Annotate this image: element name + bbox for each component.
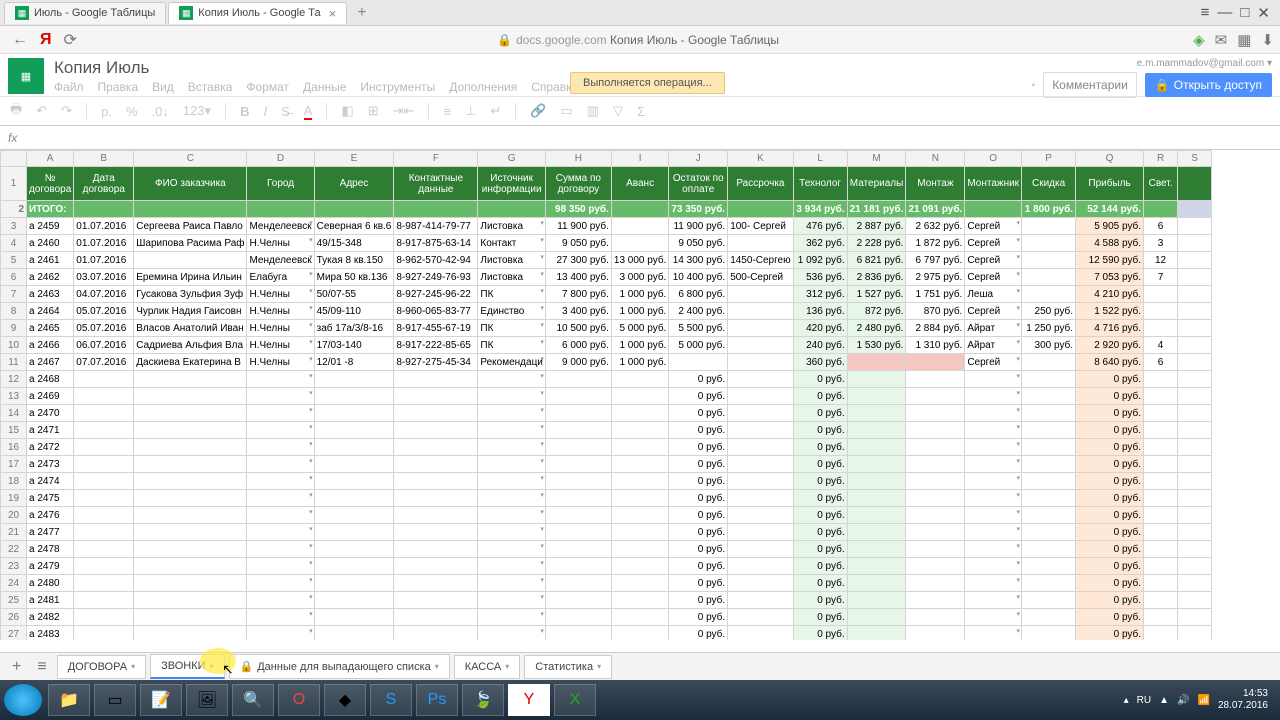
lock-icon: 🔒	[1155, 78, 1170, 92]
currency-icon[interactable]: р.	[101, 104, 112, 119]
lang-indicator[interactable]: RU	[1137, 695, 1151, 706]
url-display[interactable]: 🔒 docs.google.com Копия Июль - Google Та…	[83, 33, 1193, 47]
presence-icon: ▪	[1032, 80, 1036, 91]
taskbar-explorer[interactable]: 📁	[48, 684, 90, 716]
borders-icon[interactable]: ⊞	[368, 103, 379, 119]
taskbar-app[interactable]: 🍃	[462, 684, 504, 716]
system-tray[interactable]: ▴ RU ▲ 🔊 📶 14:5328.07.2016	[1124, 688, 1276, 712]
lock-icon: 🔒	[240, 660, 254, 673]
taskbar-app[interactable]: 🖼	[186, 684, 228, 716]
back-icon[interactable]: ←	[12, 31, 28, 49]
add-sheet-button[interactable]: +	[6, 658, 27, 676]
new-tab-button[interactable]: +	[349, 4, 374, 22]
comment-icon[interactable]: ▭	[560, 103, 572, 119]
percent-icon[interactable]: %	[126, 104, 138, 119]
decimal-icon[interactable]: .0↓	[152, 104, 169, 119]
menu-addons[interactable]: Дополнения	[449, 80, 517, 94]
user-email[interactable]: e.m.mammadov@gmail.com ▾	[1032, 58, 1272, 69]
extension-icon[interactable]: ▦	[1237, 31, 1251, 49]
taskbar-skype[interactable]: S	[370, 684, 412, 716]
redo-icon[interactable]: ↷	[61, 103, 72, 119]
tray-arrow-icon[interactable]: ▴	[1124, 695, 1129, 706]
menu-file[interactable]: Файл	[54, 80, 84, 94]
spreadsheet-grid[interactable]: ABCDEFGHIJKLMNOPQRS1№ договораДата догов…	[0, 150, 1280, 640]
strike-icon[interactable]: S̶	[281, 104, 290, 119]
taskbar-photoshop[interactable]: Ps	[416, 684, 458, 716]
taskbar-yandex[interactable]: Y	[508, 684, 550, 716]
volume-icon[interactable]: 🔊	[1177, 695, 1189, 706]
sheets-logo-icon[interactable]: ▦	[8, 58, 44, 94]
mail-icon[interactable]: ✉	[1215, 31, 1228, 49]
sheet-tab[interactable]: КАССА▾	[454, 655, 521, 679]
formula-bar[interactable]: fx	[0, 126, 1280, 150]
all-sheets-button[interactable]: ≡	[31, 658, 52, 676]
print-icon[interactable]: 🖶	[10, 100, 22, 122]
toolbar: 🖶 ↶ ↷ р. % .0↓ 123▾ B I S̶ A ◧ ⊞ ⇥⇤ ≡ ⊥ …	[0, 96, 1280, 126]
download-icon[interactable]: ⬇	[1261, 31, 1274, 49]
format-dropdown[interactable]: 123▾	[183, 103, 211, 119]
reload-icon[interactable]: ⟳	[64, 30, 77, 50]
maximize-icon[interactable]: □	[1240, 4, 1249, 22]
menu-tools[interactable]: Инструменты	[360, 80, 435, 94]
sheet-tab[interactable]: 🔒Данные для выпадающего списка▾	[229, 654, 450, 679]
taskbar-notes[interactable]: 📝	[140, 684, 182, 716]
share-button[interactable]: 🔒Открыть доступ	[1145, 73, 1272, 97]
filter-icon[interactable]: ▽	[613, 103, 623, 119]
sheets-favicon: ▦	[179, 6, 193, 20]
wrap-icon[interactable]: ↵	[490, 103, 501, 119]
fill-icon[interactable]: ◧	[341, 103, 353, 119]
taskbar-app[interactable]: ▭	[94, 684, 136, 716]
menu-view[interactable]: Вид	[152, 80, 174, 94]
document-title[interactable]: Копия Июль	[54, 58, 1032, 78]
menu-insert[interactable]: Вставка	[188, 80, 233, 94]
yandex-icon[interactable]: Я	[40, 31, 52, 49]
taskbar-app[interactable]: 🔍	[232, 684, 274, 716]
lock-icon: 🔒	[497, 33, 512, 47]
windows-taskbar: 📁 ▭ 📝 🖼 🔍 O ◆ S Ps 🍃 Y X ▴ RU ▲ 🔊 📶 14:5…	[0, 680, 1280, 720]
taskbar-app[interactable]: ◆	[324, 684, 366, 716]
bold-icon[interactable]: B	[240, 104, 249, 119]
sheet-tab-active[interactable]: ЗВОНКИ▾	[150, 654, 224, 679]
operation-status: Выполняется операция...	[570, 72, 725, 94]
italic-icon[interactable]: I	[263, 104, 267, 119]
tray-icon[interactable]: ▲	[1159, 695, 1169, 706]
comments-button[interactable]: Комментарии	[1043, 72, 1137, 98]
sheet-tab[interactable]: Статистика▾	[524, 655, 612, 679]
sheets-favicon: ▦	[15, 6, 29, 20]
sheet-tabs-bar: + ≡ ДОГОВОРА▾ ЗВОНКИ▾ 🔒Данные для выпада…	[0, 652, 1280, 680]
browser-tab[interactable]: ▦Июль - Google Таблицы	[4, 2, 166, 24]
start-button[interactable]	[4, 684, 42, 716]
sheet-tab[interactable]: ДОГОВОРА▾	[57, 655, 146, 679]
link-icon[interactable]: 🔗	[530, 103, 546, 119]
close-window-icon[interactable]: ✕	[1257, 4, 1270, 22]
text-color-icon[interactable]: A	[304, 103, 313, 120]
taskbar-opera[interactable]: O	[278, 684, 320, 716]
network-icon[interactable]: 📶	[1197, 695, 1209, 706]
clock[interactable]: 14:5328.07.2016	[1218, 688, 1268, 712]
functions-icon[interactable]: Σ	[637, 104, 645, 119]
close-icon[interactable]: ×	[329, 6, 337, 21]
browser-tab-active[interactable]: ▦Копия Июль - Google Та×	[168, 2, 347, 24]
shield-icon[interactable]: ◈	[1193, 31, 1205, 49]
taskbar-excel[interactable]: X	[554, 684, 596, 716]
minimize-icon[interactable]: —	[1217, 4, 1232, 22]
undo-icon[interactable]: ↶	[36, 103, 47, 119]
address-bar: ← Я ⟳ 🔒 docs.google.com Копия Июль - Goo…	[0, 26, 1280, 54]
menu-bar: Файл Правка Вид Вставка Формат Данные Ин…	[54, 80, 1032, 94]
menu-format[interactable]: Формат	[246, 80, 289, 94]
halign-icon[interactable]: ≡	[443, 104, 451, 119]
valign-icon[interactable]: ⊥	[465, 103, 476, 119]
menu-data[interactable]: Данные	[303, 80, 346, 94]
menu-edit[interactable]: Правка	[98, 80, 139, 94]
chart-icon[interactable]: ▥	[587, 103, 599, 119]
menu-icon[interactable]: ≡	[1201, 4, 1210, 22]
merge-icon[interactable]: ⇥⇤	[393, 103, 415, 119]
browser-tabs-bar: ▦Июль - Google Таблицы ▦Копия Июль - Goo…	[0, 0, 1280, 26]
